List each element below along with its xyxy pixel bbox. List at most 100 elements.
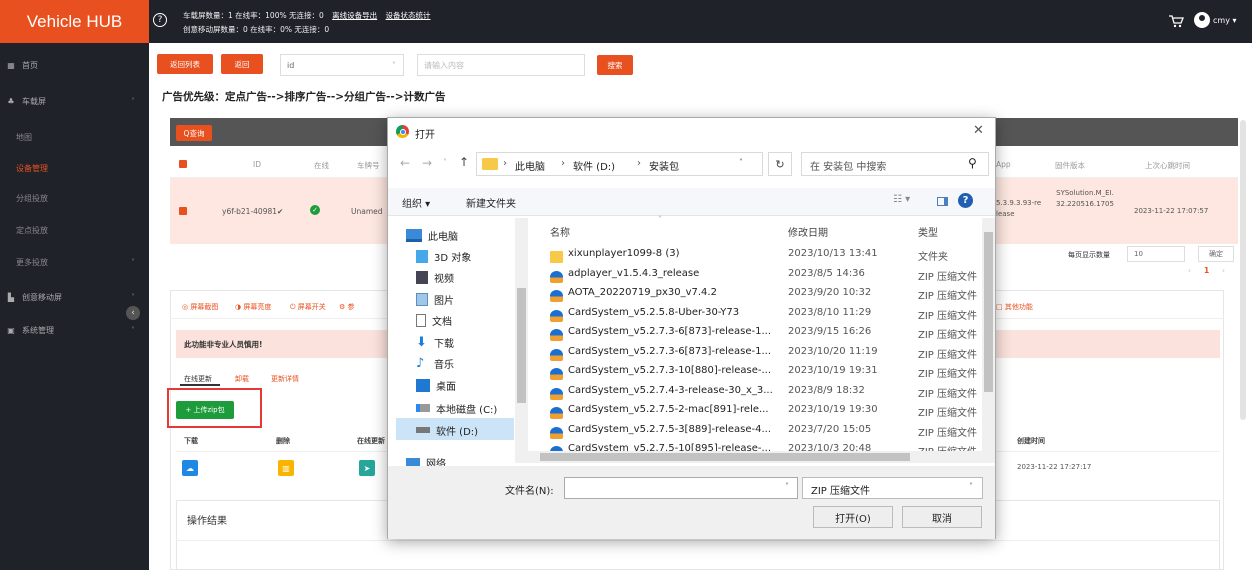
sidebar-item-car-screen[interactable]: ♣ 车载屏 ˄ [0, 89, 149, 113]
close-icon[interactable]: ✕ [973, 123, 984, 138]
up-arrow-icon[interactable]: ↑ [459, 155, 469, 169]
confirm-button[interactable]: 确定 [1198, 246, 1234, 262]
forward-arrow-icon[interactable]: → [422, 156, 432, 170]
subtab-online-update[interactable]: 在线更新 [184, 374, 212, 384]
brand-logo[interactable]: Vehicle HUB [0, 0, 149, 43]
file-vscrollbar[interactable] [982, 218, 995, 463]
tab-screen-switch[interactable]: ⏻ 屏幕开关 [290, 302, 326, 312]
nav-music[interactable]: ♪ 音乐 [416, 353, 454, 373]
nav-pictures[interactable]: 图片 [416, 289, 454, 309]
back-button[interactable]: 返回 [221, 54, 263, 74]
trash-icon[interactable]: ▥ [278, 460, 294, 476]
sidebar-item-home[interactable]: ▦ 首页 [0, 53, 149, 77]
chevron-down-icon[interactable]: ˅ [739, 158, 743, 167]
search-button[interactable]: 搜索 [597, 55, 633, 75]
cart-icon[interactable] [1168, 14, 1184, 28]
file-type: ZIP 压缩文件 [918, 408, 978, 419]
back-arrow-icon[interactable]: ← [400, 156, 410, 170]
file-row[interactable]: xixunplayer1099-8 (3) 2023/10/13 13:41 文件夹 [548, 248, 990, 266]
file-row[interactable]: CardSystem_v5.2.7.3-6[873]-release-1... 2… [548, 346, 990, 364]
crumb-this-pc[interactable]: 此电脑 [515, 158, 545, 173]
filetype-select[interactable]: ZIP 压缩文件 ˅ [802, 477, 983, 499]
help-icon[interactable]: ? [153, 13, 167, 27]
chevron-down-icon: ˅ [131, 257, 135, 267]
nav-desktop[interactable]: 桌面 [416, 375, 456, 395]
open-button[interactable]: 打开(O) [813, 506, 893, 528]
cancel-button[interactable]: 取消 [902, 506, 982, 528]
col-name[interactable]: 名称 [550, 224, 570, 239]
nav-documents[interactable]: 文档 [416, 310, 452, 330]
nav-this-pc[interactable]: 此电脑 [406, 225, 458, 245]
refresh-icon[interactable]: ↻ [768, 152, 792, 176]
page-size-input[interactable]: 10 [1127, 246, 1185, 262]
user-menu[interactable]: cmy ▾ [1194, 12, 1236, 28]
sidebar-item-group-play[interactable]: 分组投放 [0, 186, 149, 210]
device-id[interactable]: y6f-b21-40981✔ [222, 207, 283, 216]
folder-search-input[interactable]: 在 安装包 中搜索 ⚲ [801, 152, 989, 176]
crumb-drive-d[interactable]: 软件 (D:) [573, 158, 615, 173]
tab-params[interactable]: ⚙ 参 [339, 302, 355, 312]
recent-chevron-icon[interactable]: ˅ [443, 158, 447, 167]
file-name: CardSystem_v5.2.7.5-2-mac[891]-rele... [568, 404, 769, 415]
sidebar-item-map[interactable]: 地图 [0, 125, 149, 149]
nav-drive-d[interactable]: 软件 (D:) [416, 420, 478, 440]
new-folder-button[interactable]: 新建文件夹 [466, 195, 516, 210]
organize-menu[interactable]: 组织 ▾ [402, 195, 430, 210]
sidebar-item-mobile-screen[interactable]: ▙ 创意移动屏 ˅ [0, 285, 149, 309]
view-options-icon[interactable]: ☷ ▾ [893, 194, 910, 205]
preview-pane-icon[interactable] [937, 197, 948, 206]
page-scrollbar[interactable] [1240, 120, 1246, 420]
download-icon[interactable]: ☁ [182, 460, 198, 476]
nav-scroll-thumb[interactable] [517, 288, 526, 403]
prev-page-icon[interactable]: ‹ [1188, 266, 1191, 275]
plate-number: Unamed [351, 207, 383, 216]
file-vscroll-thumb[interactable] [984, 232, 993, 392]
address-bar[interactable]: › 此电脑 › 软件 (D:) › 安装包 ˅ [476, 152, 763, 176]
file-row[interactable]: CardSystem_v5.2.7.3-10[880]-release-... 2… [548, 365, 990, 383]
tab-screenshot[interactable]: ◎ 屏幕截图 [182, 302, 218, 312]
nav-3d-objects[interactable]: 3D 对象 [416, 246, 471, 266]
ad-priority-text: 广告优先级：定点广告-->排序广告-->分组广告-->计数广告 [162, 91, 446, 103]
sidebar-item-more-play[interactable]: 更多投放 ˅ [0, 250, 149, 274]
file-row[interactable]: CardSystem_v5.2.7.5-2-mac[891]-rele... 20… [548, 404, 990, 422]
help-icon[interactable]: ? [958, 193, 973, 208]
sidebar-item-device-mgmt[interactable]: 设备管理 [0, 156, 149, 180]
next-page-icon[interactable]: › [1222, 266, 1225, 275]
query-button[interactable]: Q查询 [176, 125, 212, 141]
device-stats-link[interactable]: 设备状态统计 [386, 11, 431, 20]
sidebar-item-sys-mgmt[interactable]: ▣ 系统管理 ˅ [0, 318, 149, 342]
nav-downloads[interactable]: ⬇ 下载 [416, 332, 454, 352]
nav-scrollbar[interactable] [515, 218, 528, 463]
file-row[interactable]: CardSystem_v5.2.7.3-6[873]-release-1... 2… [548, 326, 990, 344]
subtab-update-detail[interactable]: 更新详情 [271, 374, 299, 384]
drive-icon [416, 427, 430, 433]
field-select[interactable]: id ˅ [280, 54, 404, 76]
file-hscroll-thumb[interactable] [540, 453, 910, 461]
file-row[interactable]: CardSystem_v5.2.7.5-3[889]-release-4... 2… [548, 424, 990, 442]
col-created: 创建时间 [1017, 437, 1045, 445]
select-all-checkbox[interactable] [179, 160, 187, 168]
row-checkbox[interactable] [179, 207, 187, 215]
search-input[interactable]: 请输入内容 [417, 54, 585, 76]
col-type[interactable]: 类型 [918, 224, 938, 239]
file-type: ZIP 压缩文件 [918, 349, 978, 361]
tab-brightness[interactable]: ◑ 屏幕亮度 [235, 302, 271, 312]
export-offline-link[interactable]: 离线设备导出 [332, 11, 377, 20]
tab-other[interactable]: □ 其他功能 [996, 302, 1033, 312]
file-row[interactable]: CardSystem_v5.2.5.8-Uber-30-Y73 2023/8/10… [548, 307, 990, 325]
page-number[interactable]: 1 [1204, 266, 1209, 275]
back-to-list-button[interactable]: 返回列表 [157, 54, 213, 74]
file-row[interactable]: AOTA_20220719_px30_v7.4.2 2023/9/20 10:32… [548, 287, 990, 305]
search-icon: ⚲ [968, 156, 977, 170]
nav-videos[interactable]: 视频 [416, 267, 454, 287]
file-row[interactable]: adplayer_v1.5.4.3_release 2023/8/5 14:36 Z… [548, 268, 990, 286]
col-date[interactable]: 修改日期 [788, 224, 828, 239]
subtab-uninstall[interactable]: 卸载 [235, 374, 249, 384]
send-icon[interactable]: ➤ [359, 460, 375, 476]
file-row[interactable]: CardSystem_v5.2.7.4-3-release-30_x_3... 2… [548, 385, 990, 403]
file-hscrollbar[interactable] [528, 451, 982, 463]
sidebar-item-fixed-play[interactable]: 定点投放 [0, 218, 149, 242]
filename-input[interactable]: ˅ [564, 477, 798, 499]
nav-drive-c[interactable]: 本地磁盘 (C:) [416, 398, 497, 418]
crumb-installers[interactable]: 安装包 [649, 158, 679, 173]
